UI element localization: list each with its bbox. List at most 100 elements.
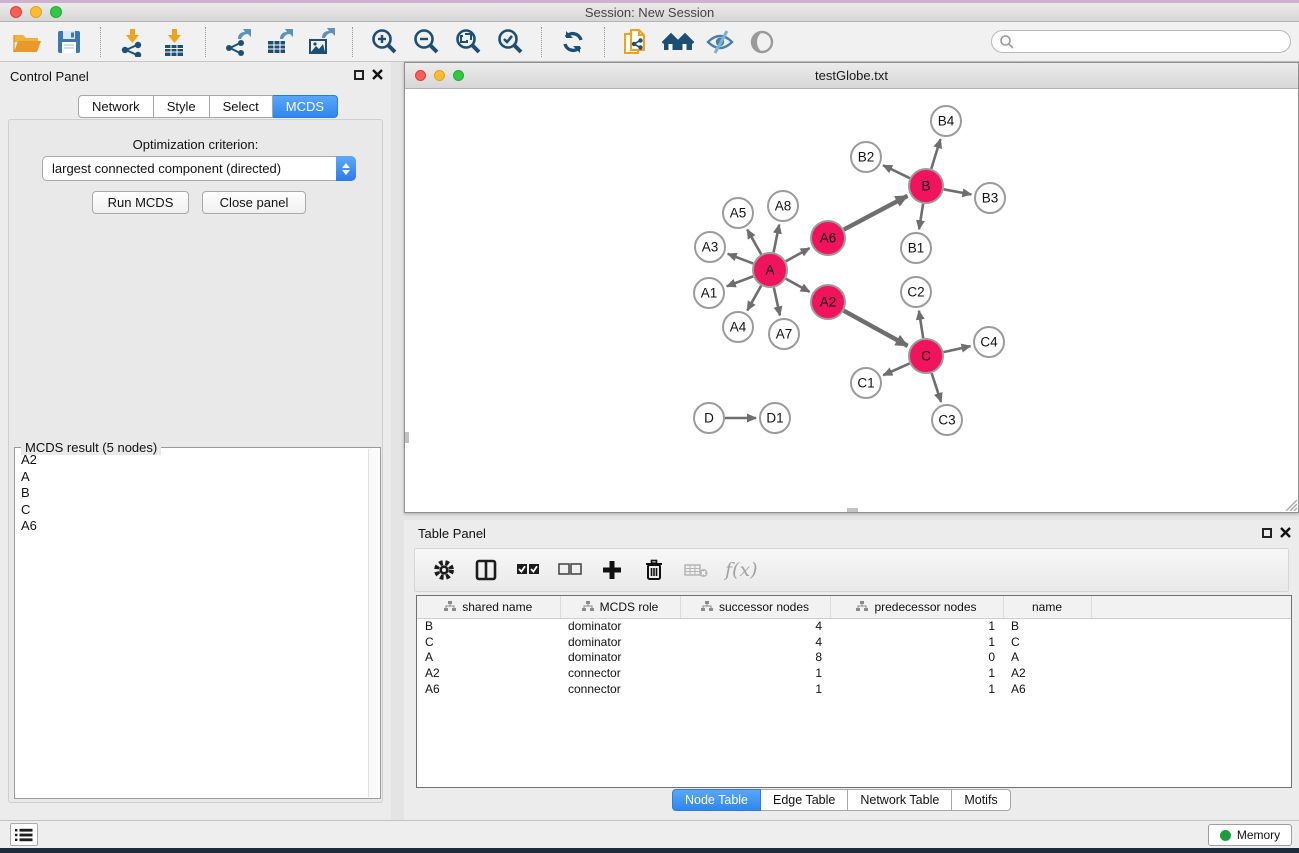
network-window-titlebar[interactable]: testGlobe.txt xyxy=(405,63,1298,89)
close-panel-button[interactable]: Close panel xyxy=(202,191,306,214)
table-row[interactable]: A2connector11A2 xyxy=(417,665,1291,681)
memory-button[interactable]: Memory xyxy=(1208,824,1292,846)
graph-edge-B-B2[interactable] xyxy=(883,165,910,178)
graph-edge-B-B4[interactable] xyxy=(931,139,940,169)
graph-edge-A-A1[interactable] xyxy=(727,276,753,286)
column-header-successor-nodes[interactable]: successor nodes xyxy=(680,596,830,618)
table-cell[interactable]: 8 xyxy=(680,649,830,665)
graph-node-C[interactable]: C xyxy=(909,339,943,373)
clone-network-button[interactable] xyxy=(615,25,657,59)
graph-edge-B-B3[interactable] xyxy=(944,189,972,194)
tab-style[interactable]: Style xyxy=(154,95,210,118)
mcds-list-scrollbar[interactable] xyxy=(368,449,379,797)
table-cell[interactable]: 1 xyxy=(830,665,1003,681)
graph-node-B4[interactable]: B4 xyxy=(931,106,961,136)
table-cell[interactable]: A2 xyxy=(417,665,560,681)
table-cell[interactable]: 1 xyxy=(830,634,1003,650)
table-row[interactable]: A6connector11A6 xyxy=(417,681,1291,697)
column-header-shared-name[interactable]: shared name xyxy=(417,596,560,618)
mcds-result-item[interactable]: A2 xyxy=(16,452,368,469)
table-cell[interactable]: dominator xyxy=(560,634,680,650)
table-cell[interactable]: A2 xyxy=(1003,665,1091,681)
zoom-in-button[interactable] xyxy=(363,25,405,59)
mcds-result-item[interactable]: A6 xyxy=(16,518,368,535)
close-panel-icon[interactable] xyxy=(372,69,383,80)
app-titlebar[interactable]: Session: New Session xyxy=(0,3,1299,22)
graph-node-A2[interactable]: A2 xyxy=(811,285,845,319)
delete-column-button[interactable] xyxy=(641,557,667,583)
graph-node-B3[interactable]: B3 xyxy=(975,183,1005,213)
graph-edge-C-C3[interactable] xyxy=(932,373,941,402)
graph-node-A5[interactable]: A5 xyxy=(723,198,753,228)
graph-node-A8[interactable]: A8 xyxy=(768,191,798,221)
zoom-selected-button[interactable] xyxy=(489,25,531,59)
graph-edge-A-A7[interactable] xyxy=(774,288,780,316)
table-row[interactable]: Adominator80A xyxy=(417,649,1291,665)
table-cell[interactable]: connector xyxy=(560,681,680,697)
first-neighbors-button[interactable] xyxy=(657,25,699,59)
graph-edge-C-C2[interactable] xyxy=(919,311,923,338)
tab-network[interactable]: Network xyxy=(78,95,154,118)
resize-grip-icon[interactable] xyxy=(1283,497,1297,511)
float-panel-icon[interactable] xyxy=(1262,528,1272,538)
table-cell[interactable]: A xyxy=(1003,649,1091,665)
tab-select[interactable]: Select xyxy=(210,95,273,118)
column-settings-button[interactable] xyxy=(431,557,457,583)
table-cell[interactable]: 4 xyxy=(680,618,830,634)
graph-edge-C-C1[interactable] xyxy=(883,363,909,375)
table-cell[interactable]: B xyxy=(417,618,560,634)
create-column-button[interactable] xyxy=(599,557,625,583)
task-history-button[interactable] xyxy=(10,823,38,846)
refresh-button[interactable] xyxy=(552,25,594,59)
import-network-button[interactable] xyxy=(111,25,153,59)
graph-node-C4[interactable]: C4 xyxy=(974,327,1004,357)
graph-edge-A-A4[interactable] xyxy=(747,286,761,311)
table-cell[interactable]: 1 xyxy=(680,665,830,681)
tab-edge-table[interactable]: Edge Table xyxy=(761,789,848,811)
import-table-button[interactable] xyxy=(153,25,195,59)
graph-node-D1[interactable]: D1 xyxy=(760,403,790,433)
table-cell[interactable]: C xyxy=(417,634,560,650)
table-cell[interactable]: A6 xyxy=(1003,681,1091,697)
graph-node-B2[interactable]: B2 xyxy=(851,142,881,172)
graph-node-A7[interactable]: A7 xyxy=(769,319,799,349)
mcds-result-item[interactable]: B xyxy=(16,485,368,502)
zoom-fit-button[interactable] xyxy=(447,25,489,59)
mcds-result-item[interactable]: C xyxy=(16,502,368,519)
graph-edge-A-A3[interactable] xyxy=(728,254,753,264)
graph-node-A3[interactable]: A3 xyxy=(695,232,725,262)
graph-node-B[interactable]: B xyxy=(909,169,943,203)
tab-network-table[interactable]: Network Table xyxy=(848,789,952,811)
export-image-button[interactable] xyxy=(300,25,342,59)
delete-table-button[interactable] xyxy=(683,557,709,583)
graph-node-B1[interactable]: B1 xyxy=(901,233,931,263)
graph-edge-A6-B[interactable] xyxy=(844,196,908,230)
save-session-button[interactable] xyxy=(48,25,90,59)
column-header-MCDS-role[interactable]: MCDS role xyxy=(560,596,680,618)
table-cell[interactable]: C xyxy=(1003,634,1091,650)
graph-edge-A-A6[interactable] xyxy=(786,248,810,261)
run-mcds-button[interactable]: Run MCDS xyxy=(92,191,189,214)
graph-edge-B-B1[interactable] xyxy=(919,204,923,229)
graph-node-A1[interactable]: A1 xyxy=(694,278,724,308)
graph-edge-A2-C[interactable] xyxy=(844,311,908,346)
mcds-result-item[interactable]: A xyxy=(16,469,368,486)
graph-node-D[interactable]: D xyxy=(694,403,724,433)
select-all-button[interactable] xyxy=(515,557,541,583)
table-cell[interactable]: 1 xyxy=(680,681,830,697)
float-panel-icon[interactable] xyxy=(354,70,364,80)
export-table-button[interactable] xyxy=(258,25,300,59)
graph-node-A4[interactable]: A4 xyxy=(723,312,753,342)
tab-node-table[interactable]: Node Table xyxy=(672,789,761,811)
table-cell[interactable]: A xyxy=(417,649,560,665)
search-input[interactable] xyxy=(991,30,1291,53)
optimization-criterion-dropdown[interactable]: largest connected component (directed) xyxy=(42,156,356,181)
graph-edge-A-A8[interactable] xyxy=(774,225,780,253)
graph-node-A[interactable]: A xyxy=(753,253,787,287)
zoom-out-button[interactable] xyxy=(405,25,447,59)
table-cell[interactable]: B xyxy=(1003,618,1091,634)
export-network-button[interactable] xyxy=(216,25,258,59)
table-cell[interactable]: A6 xyxy=(417,681,560,697)
graph-node-C1[interactable]: C1 xyxy=(851,368,881,398)
network-graph-canvas[interactable]: AA1A3A4A5A7A8A6A2BB1B2B3B4CC1C2C3C4DD1 xyxy=(405,89,1298,512)
